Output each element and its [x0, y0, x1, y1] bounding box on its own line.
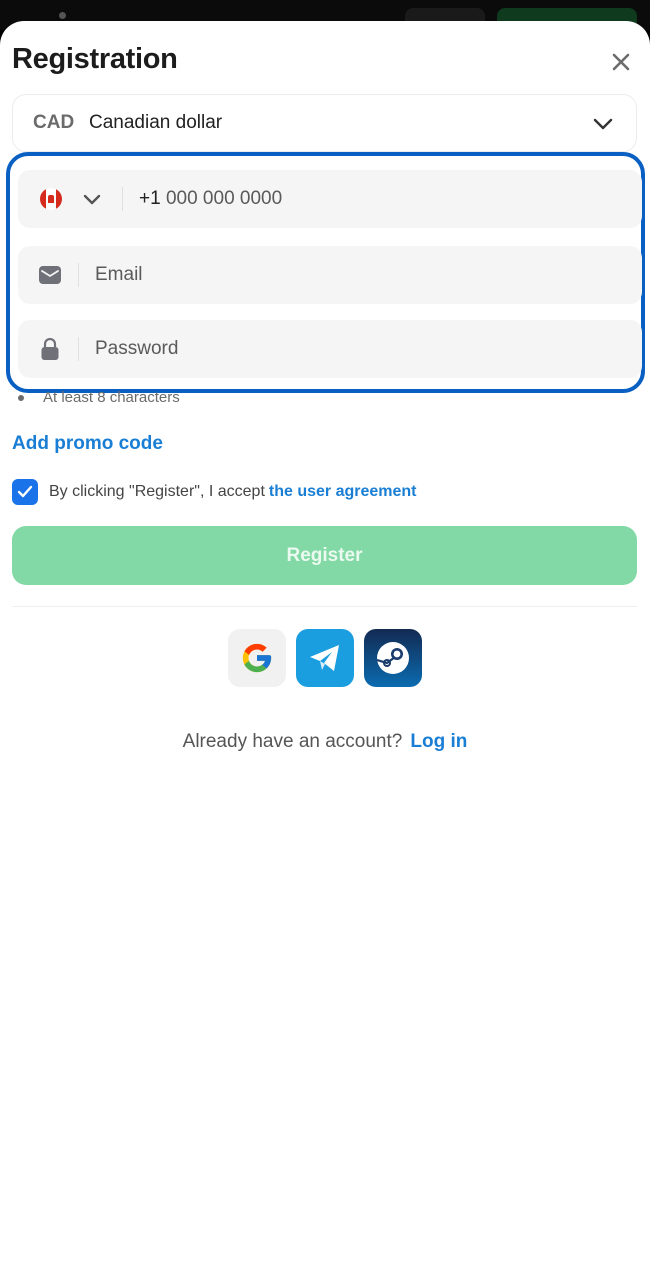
lock-icon [38, 337, 62, 361]
agreement-row: By clicking "Register", I accept the use… [12, 479, 417, 505]
password-hint: At least 8 characters [18, 389, 180, 406]
field-divider [78, 263, 79, 287]
currency-code: CAD [33, 112, 75, 133]
phone-prefix: +1 [139, 188, 161, 209]
close-button[interactable] [606, 47, 636, 77]
password-hint-text: At least 8 characters [43, 389, 180, 406]
agreement-checkbox[interactable] [12, 479, 38, 505]
login-link[interactable]: Log in [410, 731, 467, 752]
password-input[interactable]: Password [95, 338, 178, 360]
phone-field[interactable]: +1 000 000 0000 [18, 170, 642, 228]
canada-flag-icon [40, 188, 62, 210]
registration-sheet: Registration CAD Canadian dollar +1 000 [0, 21, 650, 1280]
envelope-icon [38, 263, 62, 287]
agreement-text: By clicking "Register", I accept [49, 483, 265, 500]
steam-icon [376, 642, 409, 674]
login-question: Already have an account? [182, 731, 403, 752]
telegram-icon [310, 645, 339, 671]
status-dot [59, 12, 66, 19]
chevron-down-icon [83, 194, 101, 205]
google-icon [242, 643, 272, 673]
checkmark-icon [17, 485, 33, 498]
chevron-down-icon [593, 118, 613, 130]
field-divider [78, 337, 79, 361]
currency-select[interactable]: CAD Canadian dollar [12, 94, 637, 152]
credentials-group: +1 000 000 0000 Email Password [6, 152, 645, 393]
close-icon [612, 53, 630, 71]
hint-bullet [18, 394, 24, 401]
email-field[interactable]: Email [18, 246, 642, 304]
social-login-group [228, 629, 422, 687]
phone-placeholder: 000 000 0000 [165, 188, 283, 209]
steam-login-button[interactable] [364, 629, 422, 687]
currency-name: Canadian dollar [89, 112, 223, 133]
divider [12, 606, 637, 607]
page-title: Registration [12, 43, 178, 75]
password-field[interactable]: Password [18, 320, 642, 378]
email-input[interactable]: Email [95, 264, 143, 286]
google-login-button[interactable] [228, 629, 286, 687]
telegram-login-button[interactable] [296, 629, 354, 687]
add-promo-code-link[interactable]: Add promo code [12, 433, 163, 455]
phone-input[interactable]: +1 000 000 0000 [139, 188, 282, 210]
login-prompt: Already have an account? Log in [0, 731, 650, 753]
register-button[interactable]: Register [12, 526, 637, 585]
field-divider [122, 187, 123, 211]
country-code-dropdown[interactable] [82, 189, 102, 209]
user-agreement-link[interactable]: the user agreement [269, 483, 417, 501]
